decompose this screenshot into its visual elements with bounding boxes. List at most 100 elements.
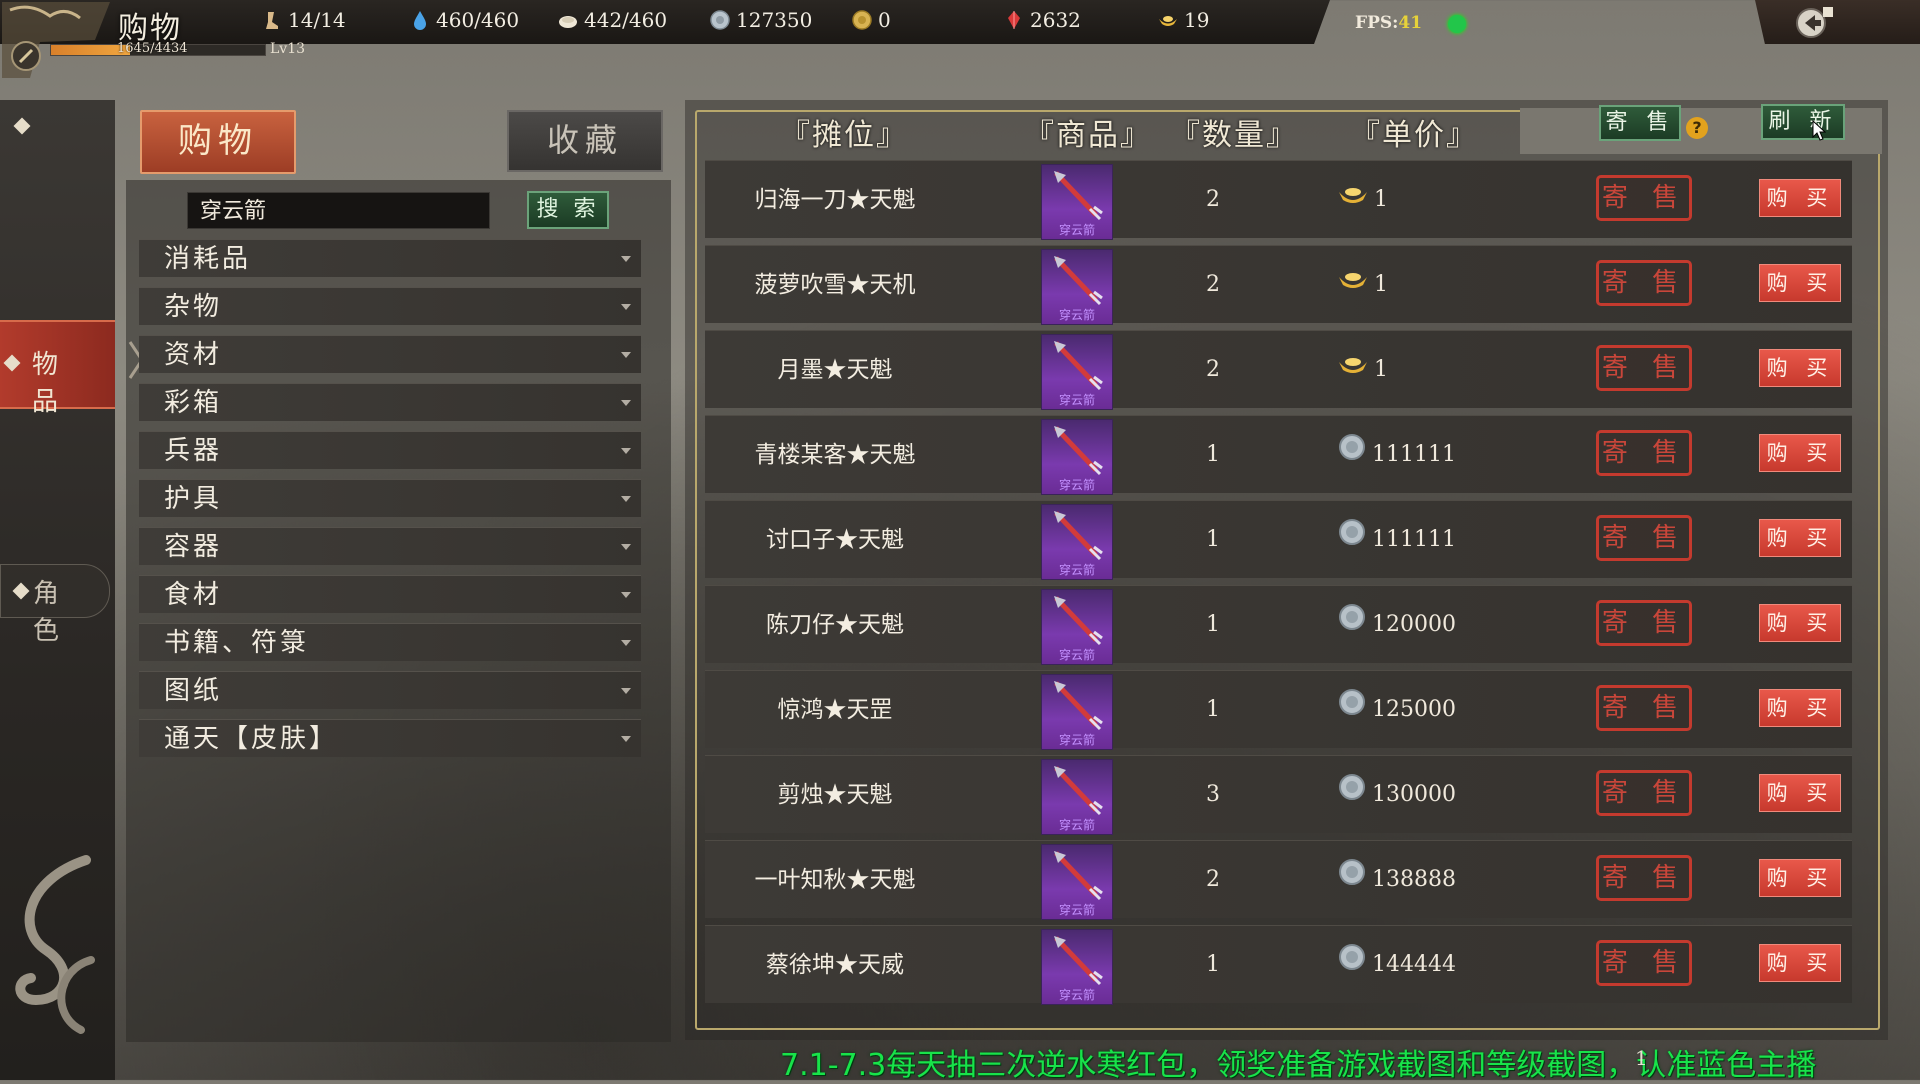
resource-silver: 127350 [710,8,812,32]
item-thumbnail[interactable]: 穿云箭 [1041,844,1113,920]
item-thumbnail-label: 穿云箭 [1058,988,1095,1002]
item-thumbnail-label: 穿云箭 [1058,478,1095,492]
sidenav-items-label: 物 品 [32,350,67,417]
row-consign-button[interactable]: 寄 售 [1596,770,1692,816]
price-cell: 120000 [1338,586,1456,664]
tab-buy[interactable]: 购物 [140,110,296,174]
table-row: 月墨★天魁 穿云箭 2 1 寄 售 购 买 [705,330,1852,410]
table-row: 剪烛★天魁 穿云箭 3 130000 寄 售 购 买 [705,755,1852,835]
price-cell: 1 [1338,161,1388,239]
category-containers[interactable]: 容器 [139,527,641,565]
item-thumbnail[interactable]: 穿云箭 [1041,929,1113,1005]
category-weapons[interactable]: 兵器 [139,431,641,469]
item-thumbnail[interactable]: 穿云箭 [1041,504,1113,580]
price-cell: 144444 [1338,926,1456,1004]
refresh-button[interactable]: 刷 新 [1761,104,1845,140]
row-consign-button[interactable]: 寄 售 [1596,515,1692,561]
row-consign-button[interactable]: 寄 售 [1596,260,1692,306]
category-blueprints[interactable]: 图纸 [139,671,641,709]
diamond-icon [12,582,30,600]
stall-name: 讨口子★天魁 [766,527,904,553]
search-input[interactable]: 穿云箭 [187,192,490,229]
table-row: 归海一刀★天魁 穿云箭 2 1 寄 售 购 买 [705,160,1852,240]
sidenav-item-role[interactable]: 角 色 [0,564,110,646]
row-consign-button[interactable]: 寄 售 [1596,345,1692,391]
stall-name: 月墨★天魁 [777,357,893,383]
dropdown-arrow-icon [621,688,631,694]
table-row: 陈刀仔★天魁 穿云箭 1 120000 寄 售 购 买 [705,585,1852,665]
category-color-box[interactable]: 彩箱 [139,383,641,421]
dropdown-arrow-icon [621,640,631,646]
buy-button[interactable]: 购 买 [1759,519,1841,557]
item-thumbnail-label: 穿云箭 [1058,563,1095,577]
category-consumables[interactable]: 消耗品 [139,239,641,277]
buy-button[interactable]: 购 买 [1759,179,1841,217]
help-icon[interactable]: ? [1686,117,1708,139]
item-thumbnail[interactable]: 穿云箭 [1041,674,1113,750]
buy-button[interactable]: 购 买 [1759,604,1841,642]
tab-favorites[interactable]: 收藏 [507,110,663,172]
silver-coin-icon [1338,416,1366,494]
row-consign-button[interactable]: 寄 售 [1596,685,1692,731]
dropdown-arrow-icon [621,400,631,406]
silver-coin-icon [710,10,730,30]
sidenav-item-items[interactable]: 物 品 [0,320,115,417]
table-row: 青楼某客★天魁 穿云箭 1 111111 寄 售购 买 [705,415,1852,495]
stall-name: 剪烛★天魁 [777,782,893,808]
price-value: 111111 [1372,442,1456,467]
buy-button[interactable]: 购 买 [1759,774,1841,812]
row-consign-button[interactable]: 寄 售 [1596,175,1692,221]
consign-button[interactable]: 寄 售 [1599,105,1681,141]
header-item: 『商品』 [1024,118,1152,153]
item-thumbnail-label: 穿云箭 [1058,818,1095,832]
row-consign-button[interactable]: 寄 售 [1596,600,1692,646]
silver-coin-icon [1338,586,1366,664]
top-right-corner [1755,0,1920,44]
table-row: 蔡徐坤★天威 穿云箭 1 144444 寄 售 购 买 [705,925,1852,1005]
header-stall: 『摊位』 [780,118,908,153]
price-cell: 111111 [1338,501,1456,579]
dropdown-arrow-icon [621,256,631,262]
stream-overlay-ticker: 7.1-7.3每天抽三次逆水寒红包，领奖准备游戏截图和等级截图，认准蓝色主播 [780,1048,1817,1083]
category-skins[interactable]: 通天【皮肤】 [139,719,641,757]
buy-button[interactable]: 购 买 [1759,434,1841,472]
row-consign-button[interactable]: 寄 售 [1596,855,1692,901]
gold-ingot-icon [1159,16,1177,26]
table-row: 菠萝吹雪★天机 穿云箭 2 1 寄 售 购 买 [705,245,1852,325]
search-button[interactable]: 搜 索 [527,191,609,229]
price-value: 125000 [1372,697,1456,722]
buy-button[interactable]: 购 买 [1759,349,1841,387]
resource-water: 460/460 [410,8,519,32]
item-thumbnail[interactable]: 穿云箭 [1041,334,1113,410]
stall-name: 归海一刀★天魁 [754,187,916,213]
buy-button[interactable]: 购 买 [1759,689,1841,727]
category-armor[interactable]: 护具 [139,479,641,517]
gold-ingot-icon [1338,246,1368,324]
category-materials[interactable]: 资材 [139,335,641,373]
leg-icon [266,12,278,29]
item-thumbnail[interactable]: 穿云箭 [1041,249,1113,325]
item-thumbnail-label: 穿云箭 [1058,648,1095,662]
item-thumbnail[interactable]: 穿云箭 [1041,759,1113,835]
row-consign-button[interactable]: 寄 售 [1596,430,1692,476]
stall-name: 蔡徐坤★天威 [766,952,904,978]
item-thumbnail-label: 穿云箭 [1058,393,1095,407]
price-cell: 130000 [1338,756,1456,834]
category-misc[interactable]: 杂物 [139,287,641,325]
silver-coin-icon [1338,671,1366,749]
header-unit-price: 『单价』 [1350,118,1478,153]
item-thumbnail[interactable]: 穿云箭 [1041,589,1113,665]
item-thumbnail[interactable]: 穿云箭 [1041,419,1113,495]
network-status-dot [1448,15,1466,33]
category-books[interactable]: 书籍、符箓 [139,623,641,661]
row-consign-button[interactable]: 寄 售 [1596,940,1692,986]
buy-button[interactable]: 购 买 [1759,264,1841,302]
bun-icon [559,16,577,28]
item-thumbnail[interactable]: 穿云箭 [1041,164,1113,240]
buy-button[interactable]: 购 买 [1759,944,1841,982]
item-thumbnail-label: 穿云箭 [1058,308,1095,322]
quantity-cell: 1 [1206,527,1220,552]
exit-icon[interactable] [1795,5,1835,41]
category-ingredients[interactable]: 食材 [139,575,641,613]
buy-button[interactable]: 购 买 [1759,859,1841,897]
